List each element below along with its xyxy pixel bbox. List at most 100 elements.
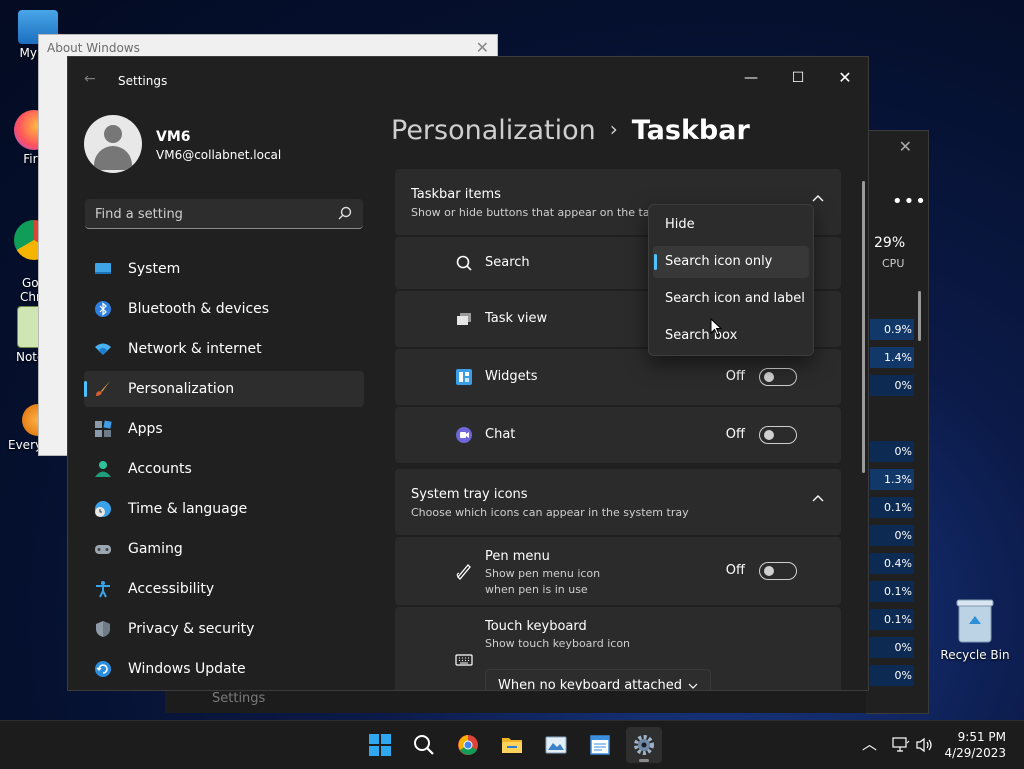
sidebar-item-label: Accessibility (128, 581, 215, 597)
search-options-popup: Hide Search icon only Search icon and la… (648, 204, 814, 356)
option-label: Search icon and label (665, 291, 805, 306)
option-label: Search box (665, 328, 738, 343)
sidebar-item-gaming[interactable]: Gaming (84, 531, 364, 567)
taskbar-file-explorer-button[interactable] (494, 727, 530, 763)
sidebar-item-apps[interactable]: Apps (84, 411, 364, 447)
popup-option-hide[interactable]: Hide (653, 209, 809, 241)
sidebar-item-personalization[interactable]: Personalization (84, 371, 364, 407)
taskbar-search-button[interactable] (406, 727, 442, 763)
row-label: Chat (485, 427, 516, 442)
back-arrow-icon[interactable]: ← (84, 71, 96, 87)
show-hidden-icons-chevron-icon[interactable]: ︿ (862, 733, 877, 754)
sidebar-nav: System Bluetooth & devices Network & int… (84, 251, 364, 690)
widgets-icon (456, 369, 472, 385)
settings-window[interactable]: ← Settings — ☐ ✕ VM6 VM6@collabnet.local… (67, 56, 869, 691)
taskbar-notepad-button[interactable] (582, 727, 618, 763)
clock-time: 9:51 PM (957, 730, 1006, 744)
settings-search[interactable] (85, 199, 363, 229)
cpu-usage-value: 0.4% (870, 553, 914, 574)
option-label: Search icon only (665, 254, 773, 269)
chevron-up-icon[interactable] (811, 493, 825, 503)
taskbar: ︿ 9:51 PM 4/29/2023 (0, 720, 1024, 769)
cpu-usage-value: 0% (870, 441, 914, 462)
maximize-button[interactable]: ☐ (775, 63, 821, 93)
row-subtitle: when pen is in use (485, 583, 588, 596)
more-options-icon[interactable]: ••• (892, 191, 927, 212)
task-manager-scrollbar[interactable] (918, 291, 921, 341)
background-window-label: Settings (212, 691, 266, 706)
background-settings-window[interactable]: Settings (165, 689, 866, 713)
title-bar[interactable]: ← Settings — ☐ ✕ (68, 57, 868, 105)
sidebar-item-network[interactable]: Network & internet (84, 331, 364, 367)
search-icon (456, 255, 472, 271)
network-icon[interactable] (892, 737, 910, 753)
cpu-usage-value: 0% (870, 525, 914, 546)
popup-option-search-box[interactable]: Search box (653, 320, 809, 352)
taskbar-chrome-button[interactable] (450, 727, 486, 763)
sidebar-item-privacy-security[interactable]: Privacy & security (84, 611, 364, 647)
taskbar-photos-button[interactable] (538, 727, 574, 763)
row-label: Pen menu (485, 549, 550, 564)
close-button[interactable]: ✕ (822, 63, 868, 93)
clock-globe-icon (95, 501, 111, 517)
volume-icon[interactable] (916, 737, 934, 753)
recycle-bin-label: Recycle Bin (940, 648, 1010, 662)
sidebar-item-accessibility[interactable]: Accessibility (84, 571, 364, 607)
cpu-usage-value: 0.1% (870, 609, 914, 630)
settings-gear-icon (634, 735, 654, 755)
sidebar-item-bluetooth[interactable]: Bluetooth & devices (84, 291, 364, 327)
tray-item-pen-menu[interactable]: Pen menu Show pen menu icon when pen is … (395, 537, 841, 605)
chat-toggle[interactable] (759, 426, 797, 444)
sidebar-item-accounts[interactable]: Accounts (84, 451, 364, 487)
chevron-up-icon[interactable] (811, 193, 825, 203)
section-title: Taskbar items (411, 187, 501, 202)
section-subtitle: Choose which icons can appear in the sys… (411, 506, 689, 519)
taskbar-settings-button[interactable] (626, 727, 662, 763)
sidebar-item-label: System (128, 261, 181, 277)
start-button[interactable] (362, 727, 398, 763)
sidebar-item-label: Accounts (128, 461, 192, 477)
content-scrollbar[interactable] (862, 181, 865, 473)
user-email: VM6@collabnet.local (156, 148, 282, 162)
task-manager-window[interactable]: ✕ ••• 29% CPU 0.9% 1.4% 0% 0% 1.3% 0.1% 0% 0.4%… (866, 130, 929, 714)
breadcrumb-separator: › (609, 117, 618, 141)
task-view-icon (457, 313, 471, 325)
search-icon[interactable] (337, 205, 353, 221)
clock[interactable]: 9:51 PM 4/29/2023 (944, 729, 1006, 761)
avatar-body (94, 146, 132, 170)
file-explorer-icon (502, 738, 522, 753)
popup-option-search-icon-and-label[interactable]: Search icon and label (653, 283, 809, 315)
touch-keyboard-dropdown[interactable]: When no keyboard attached (485, 669, 711, 690)
widgets-toggle[interactable] (759, 368, 797, 386)
desktop-icon-recycle-bin[interactable]: Recycle Bin (940, 598, 1010, 662)
app-title: Settings (118, 74, 168, 88)
toggle-state: Off (725, 563, 745, 578)
about-close-icon[interactable]: ✕ (476, 38, 489, 57)
pen-menu-toggle[interactable] (759, 562, 797, 580)
row-label: Search (485, 255, 530, 270)
search-input[interactable] (93, 203, 327, 225)
sidebar-item-time-language[interactable]: Time & language (84, 491, 364, 527)
mouse-cursor-icon (710, 318, 722, 336)
avatar[interactable] (84, 115, 142, 173)
row-subtitle: Show touch keyboard icon (485, 637, 631, 650)
clock-date: 4/29/2023 (944, 746, 1006, 760)
gamepad-icon (95, 545, 111, 554)
minimize-button[interactable]: — (728, 63, 774, 93)
taskbar-item-chat[interactable]: Chat Off (395, 407, 841, 463)
tray-item-touch-keyboard[interactable]: Touch keyboard Show touch keyboard icon … (395, 607, 841, 690)
toggle-state: Off (725, 427, 745, 442)
breadcrumb-parent[interactable]: Personalization (391, 115, 596, 146)
task-manager-close-icon[interactable]: ✕ (899, 137, 912, 156)
sidebar-item-windows-update[interactable]: Windows Update (84, 651, 364, 687)
cpu-usage-value: 0% (870, 375, 914, 396)
photos-icon (545, 736, 567, 754)
keyboard-icon (455, 654, 473, 666)
popup-option-search-icon-only[interactable]: Search icon only (653, 246, 809, 278)
sidebar-item-system[interactable]: System (84, 251, 364, 287)
cpu-usage-value: 0.1% (870, 497, 914, 518)
accounts-icon (95, 461, 111, 477)
system-tray-section[interactable]: System tray icons Choose which icons can… (395, 469, 841, 535)
taskbar-item-widgets[interactable]: Widgets Off (395, 349, 841, 405)
wifi-icon (95, 343, 111, 355)
